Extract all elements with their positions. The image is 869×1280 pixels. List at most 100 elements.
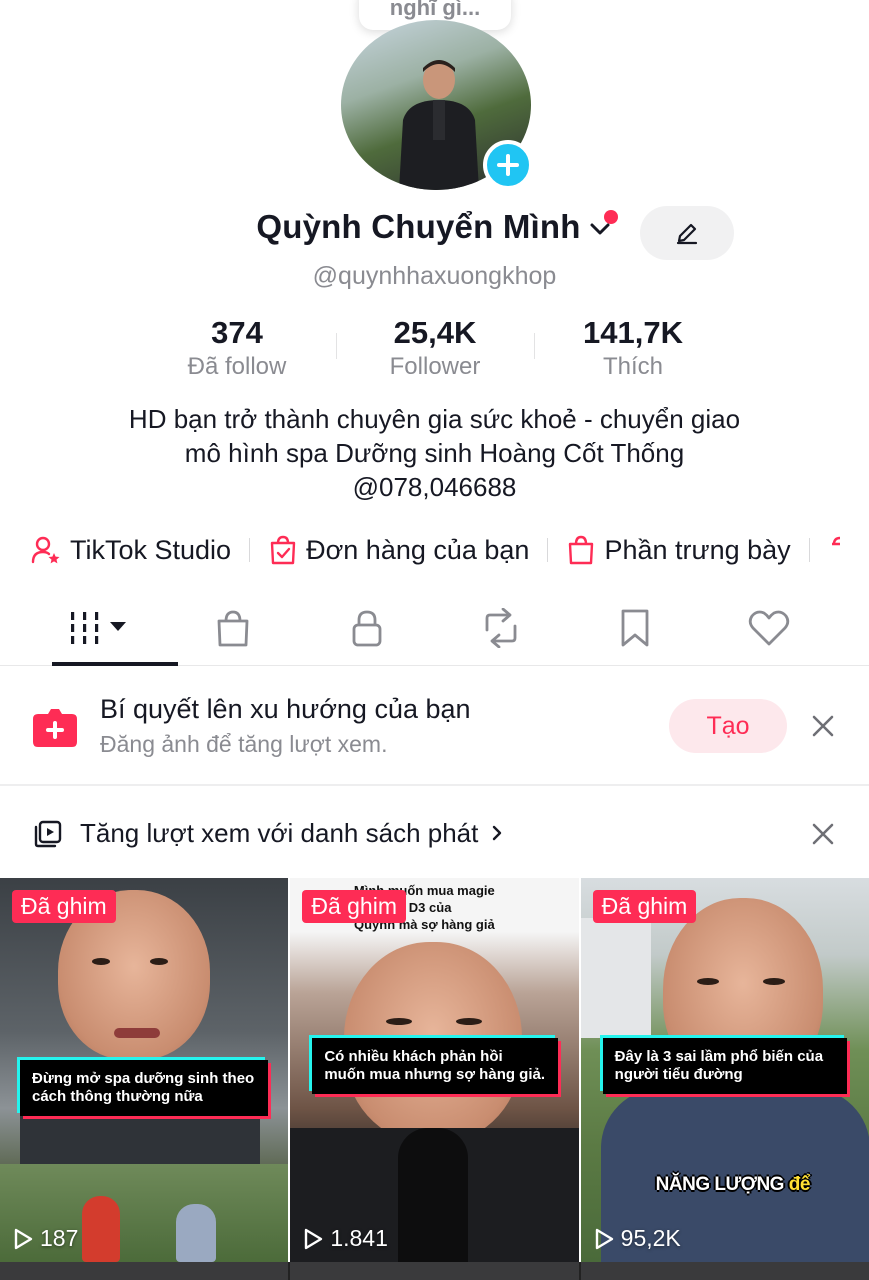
microphone-image xyxy=(398,1128,469,1262)
trend-title: Bí quyết lên xu hướng của bạn xyxy=(100,694,471,724)
link-more[interactable] xyxy=(828,534,848,566)
person-image xyxy=(176,1204,216,1262)
eye-image xyxy=(762,978,785,985)
video-thumbnail-partial[interactable] xyxy=(0,1262,289,1280)
play-icon xyxy=(305,1228,323,1249)
link-label: TikTok Studio xyxy=(70,534,232,565)
playlist-label: Tăng lượt xem với danh sách phát xyxy=(80,818,504,849)
stat-value: 25,4K xyxy=(393,315,477,350)
tab-saved[interactable] xyxy=(568,600,702,656)
overlay-text-yellow: để xyxy=(788,1174,811,1195)
avatar-container[interactable] xyxy=(341,20,533,190)
building-image xyxy=(580,918,651,1038)
plus-icon xyxy=(497,154,519,176)
heart-icon xyxy=(748,610,790,646)
eye-image xyxy=(150,958,168,965)
bookmark-icon xyxy=(621,609,649,647)
person-image xyxy=(82,1196,120,1262)
stat-likes[interactable]: 141,7K Thích xyxy=(534,315,732,381)
tab-private[interactable] xyxy=(300,600,434,656)
person-star-icon xyxy=(31,536,60,564)
notification-dot xyxy=(604,210,618,224)
link-label: Đơn hàng của bạn xyxy=(306,534,530,565)
name-row: Quỳnh Chuyển Mình xyxy=(0,208,869,246)
pinned-badge: Đã ghim xyxy=(12,890,116,923)
view-count-text: 187 xyxy=(40,1225,79,1251)
video-caption: Đây là 3 sai lầm phổ biến của người tiểu… xyxy=(602,1038,847,1094)
trend-subtitle: Đăng ảnh để tăng lượt xem. xyxy=(100,731,388,757)
video-thumbnail[interactable]: Đã ghim Đừng mở spa dưỡng sinh theo cách… xyxy=(0,878,289,1262)
tab-shop[interactable] xyxy=(166,600,300,656)
profile-handle: @quynhhaxuongkhop xyxy=(312,262,557,290)
add-story-button[interactable] xyxy=(483,140,533,190)
overlay-text-white: NĂNG LƯỢNG xyxy=(655,1174,789,1195)
shop-bag-icon xyxy=(217,610,249,647)
stat-following[interactable]: 374 Đã follow xyxy=(138,315,336,381)
tab-reposts[interactable] xyxy=(434,600,568,656)
trend-banner: Bí quyết lên xu hướng của bạn Đăng ảnh đ… xyxy=(0,668,869,786)
view-count: 95,2K xyxy=(593,1225,681,1252)
bio-line: mô hình spa Dưỡng sinh Hoàng Cốt Thống xyxy=(184,438,685,468)
order-bag-icon xyxy=(270,535,296,565)
chevron-right-icon xyxy=(492,825,501,841)
profile-bio: HD bạn trở thành chuyên gia sức khoẻ - c… xyxy=(40,402,829,504)
create-photo-icon xyxy=(33,709,77,747)
divider xyxy=(547,538,549,562)
pinned-badge: Đã ghim xyxy=(592,890,697,923)
playlist-row[interactable]: Tăng lượt xem với danh sách phát xyxy=(0,800,869,866)
profile-name[interactable]: Quỳnh Chuyển Mình xyxy=(256,208,580,246)
video-thumbnail-partial[interactable] xyxy=(290,1262,579,1280)
video-thumbnail-partial[interactable] xyxy=(580,1262,869,1280)
divider xyxy=(808,538,810,562)
stat-value: 141,7K xyxy=(583,315,683,350)
video-overlay-text: NĂNG LƯỢNG để xyxy=(655,1174,811,1196)
mouth-image xyxy=(114,1028,160,1038)
view-count: 1.841 xyxy=(302,1225,388,1252)
video-caption: Có nhiều khách phản hồi muốn mua nhưng s… xyxy=(312,1038,559,1094)
partial-icon xyxy=(831,536,840,546)
link-orders[interactable]: Đơn hàng của bạn xyxy=(268,534,529,566)
create-button[interactable]: Tạo xyxy=(669,699,787,753)
link-tiktok-studio[interactable]: TikTok Studio xyxy=(30,534,231,566)
link-showcase[interactable]: Phần trưng bày xyxy=(566,534,791,566)
close-icon[interactable] xyxy=(810,821,836,847)
playlist-text: Tăng lượt xem với danh sách phát xyxy=(80,818,479,848)
pencil-icon xyxy=(676,223,698,245)
lock-icon xyxy=(352,610,382,647)
divider xyxy=(249,538,251,562)
video-caption: Đừng mở spa dưỡng sinh theo cách thông t… xyxy=(20,1060,268,1116)
profile-links: TikTok Studio Đơn hàng của bạn Phần trưn… xyxy=(30,530,848,570)
edit-profile-button[interactable] xyxy=(640,206,734,260)
repost-icon xyxy=(485,608,517,648)
tab-liked[interactable] xyxy=(702,600,836,656)
play-icon xyxy=(595,1228,613,1249)
eye-image xyxy=(696,978,719,985)
tab-videos[interactable] xyxy=(32,600,178,666)
stat-followers[interactable]: 25,4K Follower xyxy=(336,315,534,381)
videos-grid-icon xyxy=(71,612,126,644)
bio-line[interactable]: @078,046688 xyxy=(40,470,829,504)
stat-value: 374 xyxy=(211,315,263,350)
view-count-text: 95,2K xyxy=(620,1225,681,1251)
close-icon[interactable] xyxy=(810,713,836,739)
video-thumbnail[interactable]: Đã ghim Đây là 3 sai lầm phổ biến của ng… xyxy=(580,878,869,1262)
stats-row: 374 Đã follow 25,4K Follower 141,7K Thíc… xyxy=(138,315,732,381)
play-icon xyxy=(14,1228,33,1249)
note-text: nghĩ gì... xyxy=(389,0,481,20)
view-count: 187 xyxy=(12,1225,78,1252)
stat-label: Follower xyxy=(389,353,481,380)
video-grid: Đã ghim Đừng mở spa dưỡng sinh theo cách… xyxy=(0,878,869,1262)
profile-tabs xyxy=(0,600,869,666)
avatar-person-image xyxy=(399,60,479,190)
shopping-bag-icon xyxy=(569,535,594,565)
video-thumbnail[interactable]: Mình muốn mua magie n D3 của Quỳnh mà sợ… xyxy=(290,878,579,1262)
pinned-badge: Đã ghim xyxy=(302,890,406,923)
bio-line: HD bạn trở thành chuyên gia sức khoẻ - c… xyxy=(128,404,741,434)
stat-label: Đã follow xyxy=(187,353,287,380)
next-row-thumbnails xyxy=(0,1262,869,1280)
link-label: Phần trưng bày xyxy=(604,534,791,565)
stat-label: Thích xyxy=(602,353,664,380)
playlist-icon xyxy=(34,820,62,848)
view-count-text: 1.841 xyxy=(330,1225,388,1251)
eye-image xyxy=(92,958,110,965)
